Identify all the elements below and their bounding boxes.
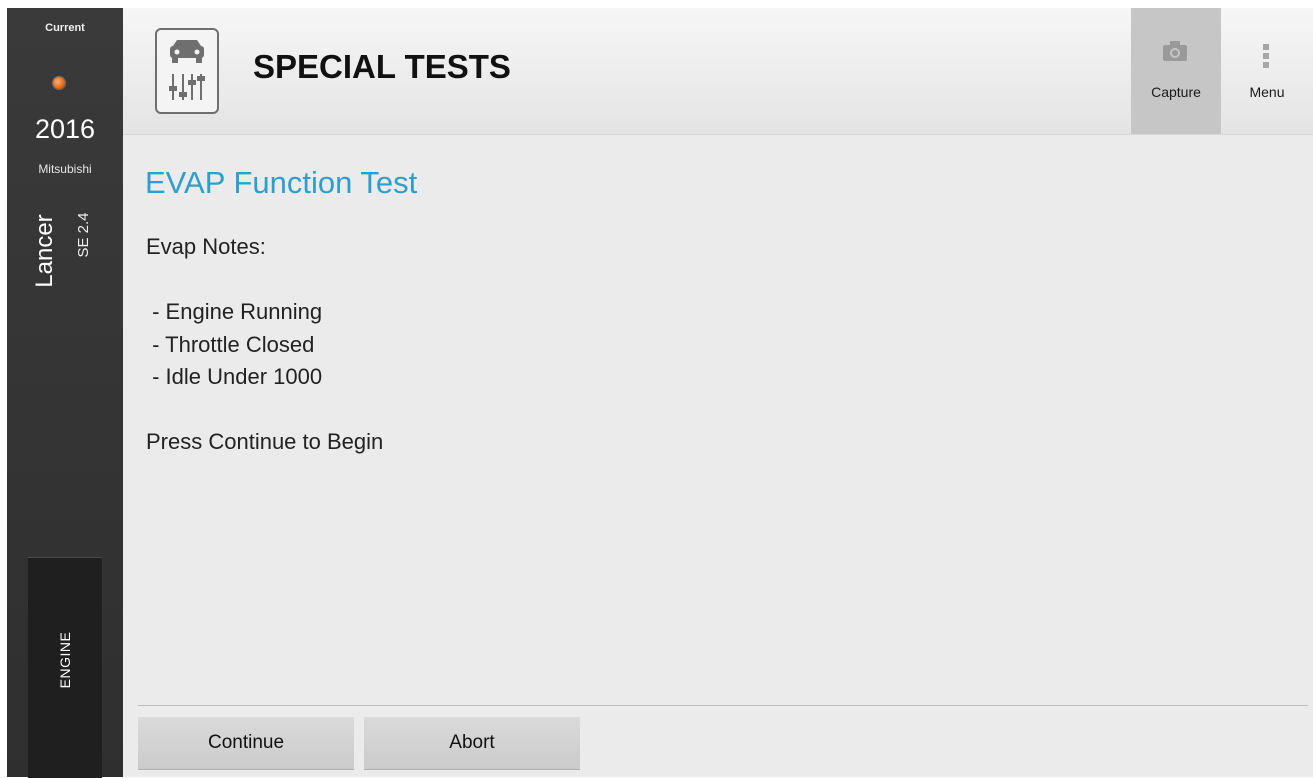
vehicle-model: Lancer	[31, 214, 58, 288]
test-title: EVAP Function Test	[145, 165, 418, 200]
note-item: - Idle Under 1000	[146, 364, 323, 389]
menu-label: Menu	[1249, 84, 1285, 100]
continue-button[interactable]: Continue	[138, 717, 354, 769]
overflow-menu-icon	[1263, 44, 1270, 71]
note-item: - Engine Running	[146, 299, 323, 324]
vehicle-sidebar: Current 2016 Mitsubishi Lancer SE 2.4 EN…	[7, 8, 123, 778]
header-bar: SPECIAL TESTS Capture Menu	[123, 8, 1313, 135]
vehicle-make: Mitsubishi	[38, 162, 92, 176]
current-label: Current	[45, 22, 85, 34]
system-tab-label: ENGINE	[57, 631, 73, 689]
vehicle-trim: SE 2.4	[75, 212, 92, 258]
page-title: SPECIAL TESTS	[253, 48, 511, 85]
vehicle-year: 2016	[34, 114, 96, 144]
capture-button[interactable]: Capture	[1131, 8, 1221, 134]
note-item: - Throttle Closed	[146, 332, 315, 357]
capture-label: Capture	[1151, 84, 1201, 100]
instruction-text: Press Continue to Begin	[146, 429, 384, 454]
current-indicator	[58, 42, 74, 49]
camera-icon	[1163, 41, 1187, 61]
footer-divider	[138, 705, 1308, 706]
app-window: Current 2016 Mitsubishi Lancer SE 2.4 EN…	[7, 8, 1313, 778]
system-tab-engine[interactable]: ENGINE	[28, 557, 102, 778]
menu-button[interactable]: Menu	[1221, 8, 1313, 134]
notes-heading: Evap Notes:	[146, 234, 266, 259]
connection-status-icon	[53, 77, 65, 89]
abort-button[interactable]: Abort	[364, 717, 580, 769]
special-tests-icon	[155, 28, 219, 114]
